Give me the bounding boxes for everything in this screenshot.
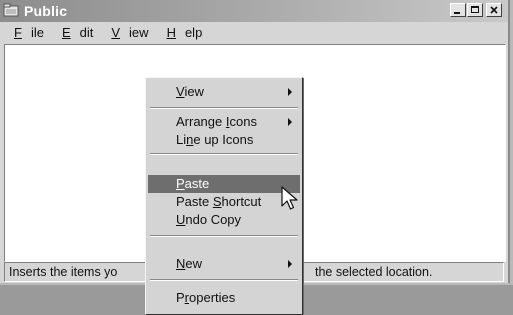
menu-help[interactable]: Help	[160, 25, 205, 40]
menu-separator	[150, 279, 298, 281]
mouse-pointer-icon	[281, 186, 298, 210]
maximize-button[interactable]	[467, 3, 483, 17]
context-menu-line-up-icons[interactable]: Line up Icons	[148, 131, 300, 149]
submenu-arrow-icon	[288, 260, 292, 268]
context-menu-paste[interactable]: Paste	[148, 175, 300, 193]
context-menu-properties[interactable]: Properties	[148, 289, 300, 307]
menu-view[interactable]: View	[104, 25, 150, 40]
context-menu-undo-copy[interactable]: Undo Copy	[148, 211, 300, 229]
context-menu-view[interactable]: View	[148, 83, 300, 101]
maximize-icon	[471, 6, 479, 13]
context-menu-new[interactable]: New	[148, 255, 300, 273]
minimize-button[interactable]	[450, 3, 466, 17]
window-title: Public	[24, 3, 68, 19]
menu-separator	[150, 235, 298, 237]
minimize-icon	[454, 12, 460, 14]
context-menu: View Arrange Icons Line up Icons Paste P…	[145, 77, 303, 315]
menu-edit[interactable]: Edit	[55, 25, 95, 40]
context-menu-paste-shortcut[interactable]: Paste Shortcut	[148, 193, 300, 211]
menu-file[interactable]: File	[7, 25, 46, 40]
window-controls	[450, 3, 502, 17]
status-text-right: the selected location.	[315, 265, 433, 279]
menu-bar: File Edit View Help	[0, 22, 508, 42]
menu-separator	[150, 107, 298, 109]
context-menu-arrange-icons[interactable]: Arrange Icons	[148, 113, 300, 131]
title-bar[interactable]: Public	[0, 0, 508, 22]
status-text-left: Inserts the items yo	[9, 265, 118, 279]
submenu-arrow-icon	[288, 88, 292, 96]
folder-icon	[3, 3, 19, 17]
close-icon	[490, 6, 498, 14]
submenu-arrow-icon	[288, 118, 292, 126]
menu-separator	[150, 153, 298, 155]
close-button[interactable]	[486, 3, 502, 17]
